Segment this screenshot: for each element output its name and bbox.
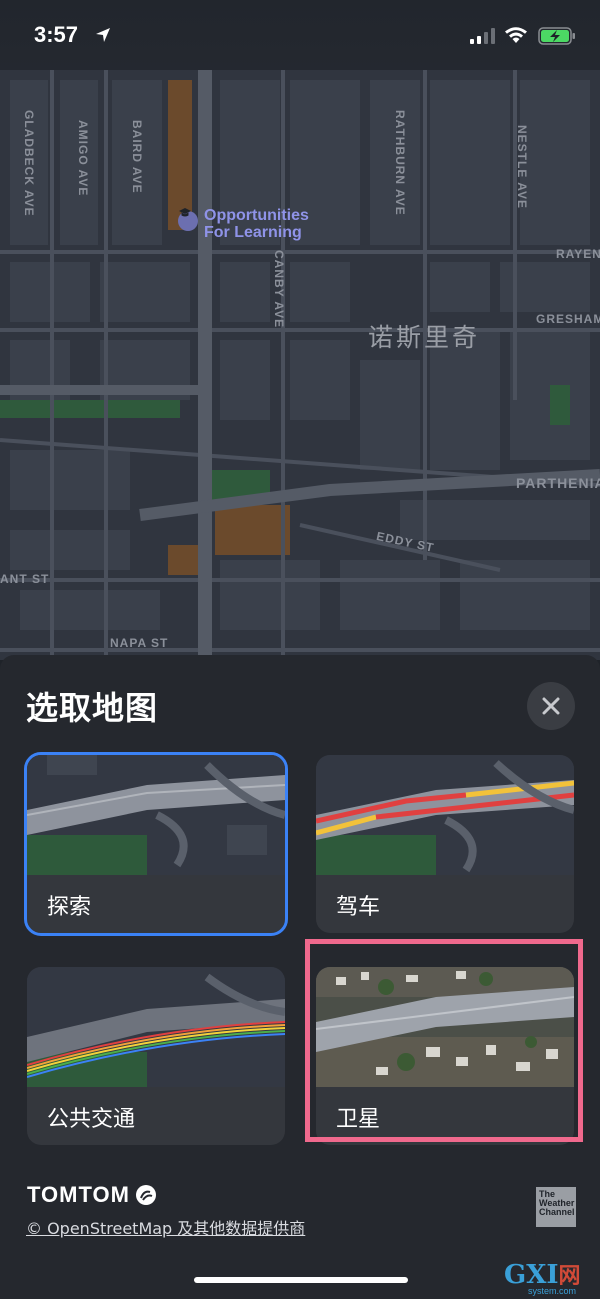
street-label-nestle: NESTLE AVE — [515, 125, 529, 210]
transit-label: 公共交通 — [47, 1107, 136, 1132]
battery-charging-icon — [538, 27, 575, 45]
sheet-title: 选取地图 — [26, 689, 159, 727]
driving-label: 驾车 — [336, 895, 381, 920]
street-label-canby: CANBY AVE — [272, 250, 286, 329]
transit-thumbnail — [27, 967, 285, 1087]
street-label-ant: ANT ST — [0, 572, 50, 586]
tomtom-hand-icon — [135, 1185, 156, 1205]
street-label-parthenia: PARTHENIA — [516, 475, 600, 491]
graduation-cap-icon — [178, 208, 198, 231]
home-indicator[interactable] — [194, 1277, 408, 1283]
street-label-gresham: GRESHAM — [536, 312, 600, 326]
close-button[interactable] — [527, 682, 575, 730]
explore-label: 探索 — [47, 895, 92, 920]
poi-name-line1: Opportunities — [204, 207, 309, 224]
map-view[interactable]: GLADBECK AVE AMIGO AVE BAIRD AVE RATHBUR… — [0, 0, 600, 660]
street-label-baird: BAIRD AVE — [130, 120, 144, 194]
close-icon — [542, 697, 560, 715]
highlight-frame — [305, 939, 583, 1142]
area-label: 诺斯里奇 — [368, 323, 481, 352]
map-streets — [0, 0, 600, 660]
wifi-icon — [505, 27, 527, 43]
driving-thumbnail — [316, 755, 574, 875]
status-bar: 3:57 — [0, 0, 600, 70]
attribution-link[interactable]: © OpenStreetMap 及其他数据提供商 — [26, 1215, 305, 1239]
poi-opportunities-for-learning[interactable]: Opportunities For Learning — [178, 207, 309, 241]
street-label-amigo: AMIGO AVE — [76, 120, 90, 197]
street-label-gladbeck: GLADBECK AVE — [22, 110, 36, 217]
map-option-explore[interactable]: 探索 — [24, 752, 288, 936]
location-arrow-icon — [96, 28, 110, 42]
street-label-rayen: RAYEN — [556, 247, 600, 261]
watermark-domain: system.com — [528, 1286, 577, 1296]
status-time: 3:57 — [34, 22, 79, 47]
weather-channel-logo: The Weather Channel — [536, 1187, 576, 1227]
tomtom-logo: TOMTOM — [27, 1182, 158, 1208]
map-option-driving[interactable]: 驾车 — [316, 755, 574, 933]
map-picker-sheet: 选取地图 探索 驾车 公共交通 卫星 TOMTOM © OpenStreetMa… — [0, 655, 600, 1299]
explore-thumbnail — [27, 755, 285, 875]
cellular-signal-icon — [470, 28, 495, 44]
tomtom-wordmark: TOMTOM — [27, 1182, 130, 1207]
map-option-transit[interactable]: 公共交通 — [27, 967, 285, 1145]
weather-logo-line3: Channel — [539, 1207, 575, 1217]
street-label-rathburn: RATHBURN AVE — [393, 110, 407, 216]
poi-name-line2: For Learning — [204, 224, 302, 241]
screen: GLADBECK AVE AMIGO AVE BAIRD AVE RATHBUR… — [0, 0, 600, 1299]
street-label-napa: NAPA ST — [110, 636, 169, 650]
